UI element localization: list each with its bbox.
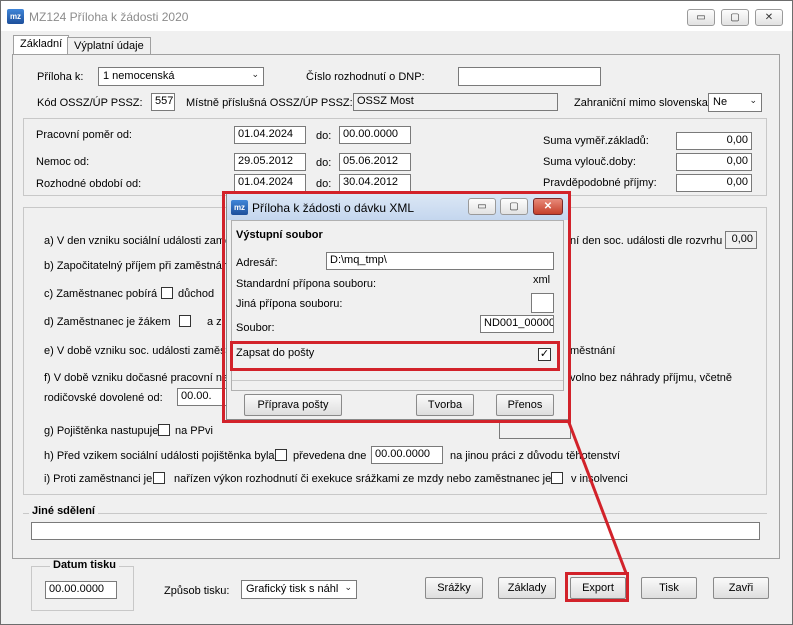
annotation-arrow-line (566, 419, 628, 574)
annotation-overlay (566, 419, 628, 574)
